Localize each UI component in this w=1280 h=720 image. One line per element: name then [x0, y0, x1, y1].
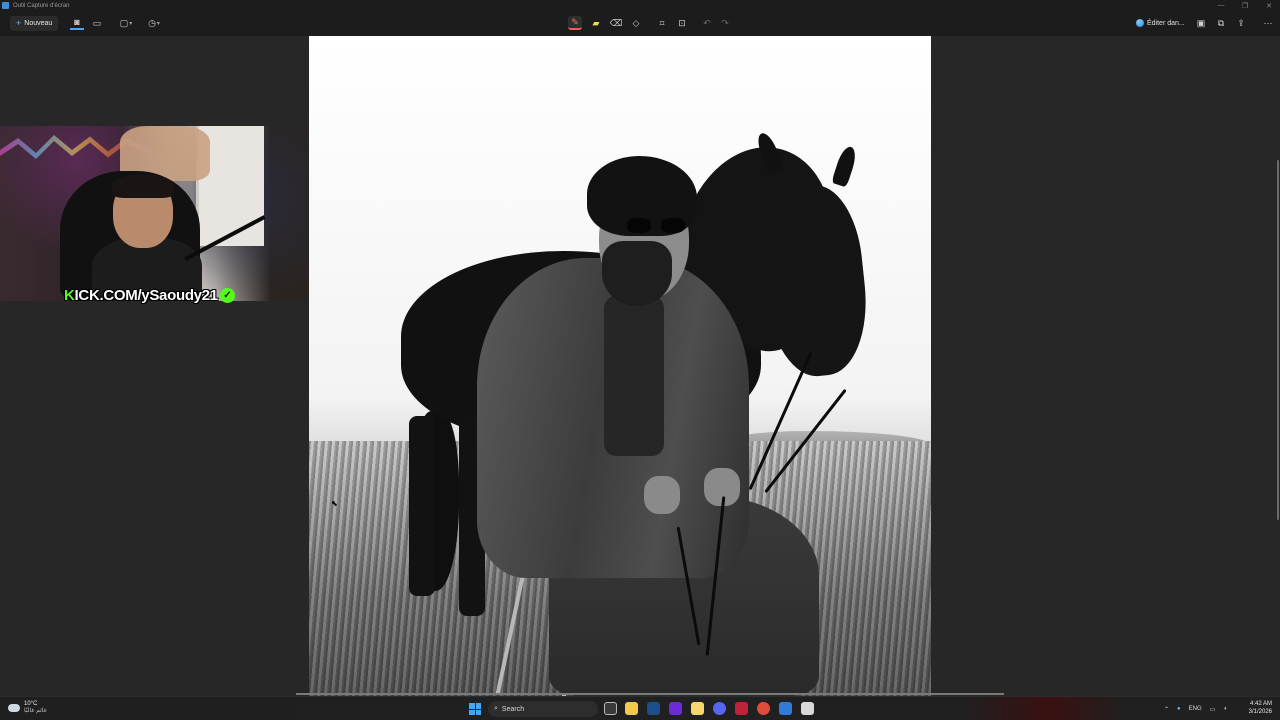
- crop-icon[interactable]: ⌗: [655, 16, 669, 30]
- undo-icon[interactable]: ↶: [700, 16, 714, 30]
- horse-leg: [409, 416, 435, 596]
- cloud-icon: [8, 704, 20, 712]
- man-beard: [602, 241, 672, 306]
- clock-date: 3/1/2026: [1248, 709, 1272, 715]
- snipping-tool-taskbar-icon[interactable]: [779, 702, 792, 715]
- mouse-cursor-icon: ⬉: [331, 499, 338, 508]
- copy-icon[interactable]: ⧉: [1215, 16, 1227, 30]
- highlighter-icon[interactable]: ▰: [589, 16, 603, 30]
- pen-tool-icon[interactable]: ✎: [568, 16, 582, 30]
- snipping-tool-icon: [2, 2, 9, 9]
- video-mode-icon[interactable]: ▭: [90, 16, 104, 30]
- eraser-icon[interactable]: ⌫: [609, 16, 623, 30]
- taskbar-search[interactable]: ⌕ Search: [488, 701, 598, 717]
- window-title: Outil Capture d'écran: [13, 2, 70, 9]
- maximize-button[interactable]: ❐: [1240, 2, 1250, 10]
- taskbar: 10°C غائم غالبًا ⌕ Search ⌃ ● ENG ▭ ◖ 4:…: [0, 696, 1280, 720]
- steam-icon[interactable]: [647, 702, 660, 715]
- search-icon: ⌕: [494, 705, 498, 712]
- webcam-overlay: [0, 126, 308, 301]
- opera-gx-icon[interactable]: [735, 702, 748, 715]
- volume-icon[interactable]: ◖: [1223, 706, 1227, 712]
- sunglasses: [627, 218, 685, 234]
- clock-time: 4:42 AM: [1249, 701, 1272, 707]
- verified-badge-icon: ✓: [219, 288, 235, 303]
- task-view-icon[interactable]: [604, 702, 617, 715]
- clock[interactable]: 4:42 AM 3/1/2026: [1249, 700, 1272, 716]
- horse-ear: [831, 144, 859, 188]
- search-placeholder: Search: [501, 705, 525, 713]
- minimize-button[interactable]: —: [1216, 2, 1226, 9]
- vertical-scrollbar[interactable]: [1277, 160, 1279, 520]
- chrome-icon[interactable]: [757, 702, 770, 715]
- more-options-icon[interactable]: ⋯: [1262, 16, 1274, 30]
- rectangle-icon: ▢: [119, 17, 129, 28]
- weather-desc: غائم غالبًا: [24, 708, 47, 714]
- streamer-hair: [112, 174, 174, 198]
- text-actions-icon[interactable]: ⊡: [675, 16, 689, 30]
- discord-icon[interactable]: [713, 702, 726, 715]
- edit-in-paint-button[interactable]: Éditer dan...: [1136, 16, 1185, 30]
- captured-photo[interactable]: [309, 36, 931, 696]
- microphone-icon[interactable]: ●: [1177, 706, 1181, 712]
- file-explorer-icon[interactable]: [625, 702, 638, 715]
- chevron-down-icon: ▾: [129, 20, 133, 27]
- plus-icon: +: [16, 18, 22, 28]
- kick-channel-label: K ICK.COM/ySaoudy21 ✓: [64, 287, 235, 304]
- chevron-up-icon[interactable]: ⌃: [1164, 706, 1169, 713]
- close-button[interactable]: ✕: [1264, 2, 1274, 10]
- timer-icon: ◷: [148, 17, 156, 28]
- weather-widget[interactable]: 10°C غائم غالبًا: [8, 701, 47, 715]
- share-icon[interactable]: ⇪: [1235, 16, 1247, 30]
- window-controls: — ❐ ✕: [1216, 0, 1274, 11]
- new-capture-button[interactable]: + Nouveau: [10, 16, 59, 31]
- kick-label-text: ICK.COM/ySaoudy21: [74, 287, 219, 304]
- shapes-icon[interactable]: ◇: [629, 16, 643, 30]
- edit-in-label: Éditer dan...: [1147, 19, 1185, 27]
- man-shirt: [604, 296, 664, 456]
- toolbar: + Nouveau ◙ ▭ ▢ ▾ ◷ ▾ ✎ ▰ ⌫ ◇ ⌗ ⊡ ↶ ↷ Édit…: [0, 11, 1280, 36]
- snip-shape-dropdown[interactable]: ▢ ▾: [116, 16, 136, 30]
- weather-temp: 10°C: [24, 701, 38, 707]
- system-tray: ⌃ ● ENG ▭ ◖: [1164, 701, 1227, 717]
- language-indicator[interactable]: ENG: [1189, 706, 1202, 712]
- chevron-down-icon: ▾: [156, 20, 160, 27]
- screenshot-mode-icon[interactable]: ◙: [70, 16, 84, 30]
- kick-app-icon[interactable]: [669, 702, 682, 715]
- man-hand: [644, 476, 680, 514]
- network-icon[interactable]: ▭: [1210, 706, 1216, 713]
- start-button[interactable]: [469, 703, 481, 715]
- horizontal-scrollbar[interactable]: [296, 693, 1004, 695]
- new-capture-label: Nouveau: [24, 20, 53, 27]
- delay-dropdown[interactable]: ◷ ▾: [144, 16, 164, 30]
- capture-app-icon[interactable]: [801, 702, 814, 715]
- kick-label-prefix: K: [64, 287, 75, 304]
- save-icon[interactable]: ▣: [1195, 16, 1207, 30]
- redo-icon[interactable]: ↷: [718, 16, 732, 30]
- paint-icon: [1136, 19, 1144, 27]
- title-bar: Outil Capture d'écran — ❐ ✕: [0, 0, 1280, 11]
- notes-icon[interactable]: [691, 702, 704, 715]
